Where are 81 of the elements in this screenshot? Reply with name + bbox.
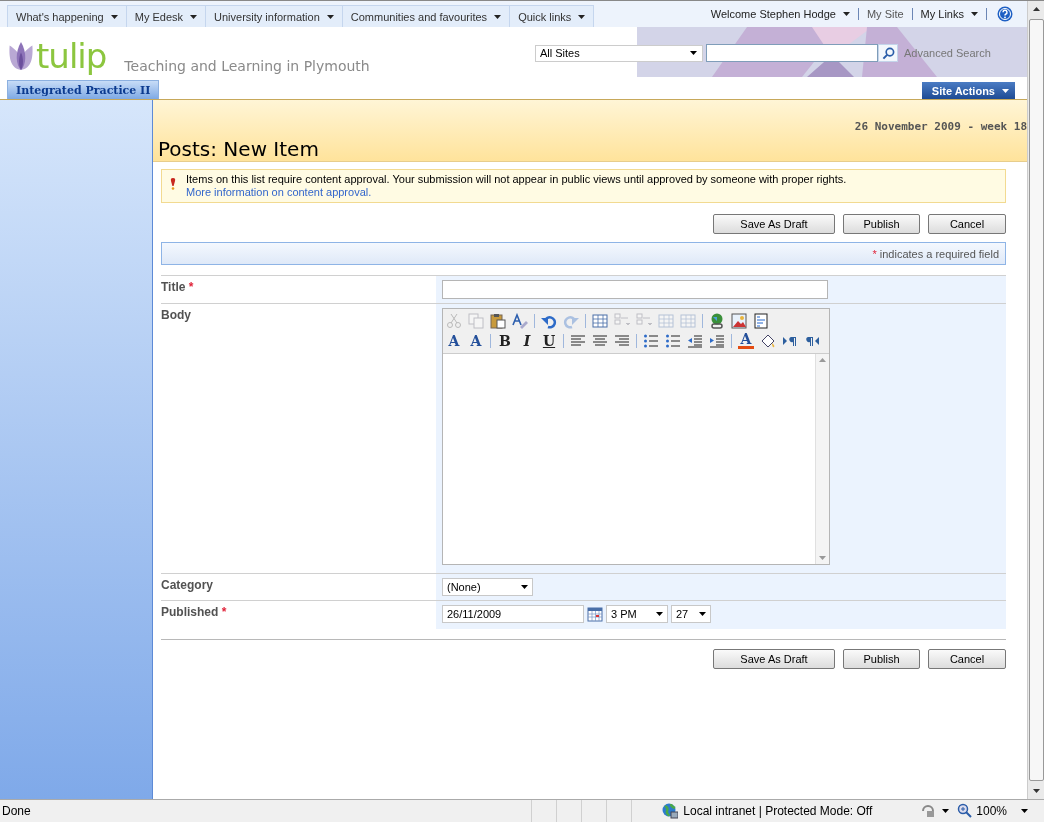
- nav-menu-tab[interactable]: Quick links: [509, 5, 595, 27]
- search-icon: [881, 46, 895, 60]
- user-link[interactable]: Welcome Stephen Hodge: [710, 8, 850, 20]
- alert-icon: [170, 178, 176, 190]
- text-color-button[interactable]: A: [738, 333, 754, 349]
- scroll-down-icon[interactable]: [1032, 789, 1040, 793]
- content-approval-link[interactable]: More information on content approval.: [186, 186, 372, 198]
- search-scope-dropdown[interactable]: All Sites: [535, 44, 703, 62]
- lock-icon[interactable]: [920, 803, 937, 819]
- form-button[interactable]: Cancel: [928, 649, 1006, 669]
- field-label: Category: [161, 578, 213, 592]
- align-left-icon[interactable]: [570, 333, 586, 349]
- zoom-icon[interactable]: [957, 803, 974, 819]
- category-dropdown[interactable]: (None): [442, 578, 533, 596]
- status-text: Done: [2, 804, 32, 818]
- notice-text: Items on this list require content approval. Your submission will not appear in public views until approved by someone with proper rights. More information on content approval.: [186, 173, 848, 199]
- caret-icon[interactable]: [942, 809, 950, 813]
- table-icon[interactable]: [592, 313, 608, 329]
- search-button[interactable]: [878, 44, 898, 62]
- required-note: * indicates a required field: [872, 247, 999, 260]
- user-link[interactable]: My Site: [866, 8, 904, 20]
- caret-icon: [521, 585, 528, 589]
- date-text: 26 November 2009 - week 18: [854, 120, 1027, 133]
- user-link[interactable]: My Links: [920, 8, 978, 20]
- page-scrollbar[interactable]: [1027, 1, 1044, 799]
- page-title: Posts: New Item: [158, 137, 320, 161]
- image-icon[interactable]: [731, 313, 747, 329]
- caret-icon: [110, 14, 118, 19]
- date-field[interactable]: 26/11/2009: [442, 605, 584, 623]
- fill-color-icon[interactable]: [760, 333, 776, 349]
- font-size-button[interactable]: A: [468, 333, 484, 349]
- paste-icon[interactable]: [490, 313, 506, 329]
- site-tagline: Teaching and Learning in Plymouth: [124, 58, 370, 74]
- spelling-icon[interactable]: [512, 313, 528, 329]
- logo-text: tulip: [36, 39, 107, 73]
- hour-dropdown[interactable]: 3 PM: [606, 605, 668, 623]
- align-right-icon[interactable]: [614, 333, 630, 349]
- undo-icon[interactable]: [541, 313, 557, 329]
- zoom-level[interactable]: 100%: [976, 804, 1007, 818]
- caret-icon: [656, 612, 663, 616]
- caret-icon[interactable]: [1021, 809, 1028, 813]
- nav-menu-tab[interactable]: Communities and favourites: [341, 5, 511, 27]
- caret-icon: [190, 14, 197, 19]
- bold-button[interactable]: B: [497, 333, 513, 349]
- form-button[interactable]: Save As Draft: [713, 649, 835, 669]
- indent-icon[interactable]: [709, 333, 725, 349]
- site-actions-button[interactable]: Site Actions: [921, 82, 1015, 99]
- outdent-icon[interactable]: [687, 333, 703, 349]
- search-field[interactable]: [706, 44, 878, 62]
- caret-icon: [326, 14, 334, 19]
- site-tab[interactable]: Integrated Practice II: [7, 80, 160, 99]
- form-button[interactable]: Publish: [843, 214, 920, 234]
- security-zone-text: Local intranet | Protected Mode: Off: [683, 804, 873, 818]
- scroll-up-icon[interactable]: [1032, 7, 1040, 11]
- caret-icon: [699, 612, 706, 616]
- caret-icon: [494, 14, 502, 19]
- font-button[interactable]: A: [446, 333, 462, 349]
- calendar-icon[interactable]: [587, 606, 603, 622]
- title-input[interactable]: [442, 280, 828, 299]
- help-icon[interactable]: [997, 6, 1013, 22]
- underline-button[interactable]: U: [541, 333, 557, 349]
- caret-icon: [690, 51, 697, 55]
- nav-menu-tab[interactable]: University information: [205, 5, 343, 27]
- form-button[interactable]: Publish: [843, 649, 920, 669]
- nav-menu-tab[interactable]: My Edesk: [125, 5, 206, 27]
- caret-icon: [971, 12, 978, 16]
- form-button[interactable]: Save As Draft: [713, 214, 835, 234]
- globe-icon: [662, 803, 679, 819]
- bullet-list-icon[interactable]: [665, 333, 681, 349]
- caret-icon: [578, 14, 586, 19]
- form-button[interactable]: Cancel: [928, 214, 1006, 234]
- align-center-icon[interactable]: [592, 333, 608, 349]
- field-label: Published *: [161, 605, 227, 619]
- nav-menu-tab[interactable]: What's happening: [7, 5, 127, 27]
- minute-dropdown[interactable]: 27: [671, 605, 711, 623]
- caret-icon: [842, 12, 850, 16]
- italic-button[interactable]: I: [519, 333, 535, 349]
- caret-icon: [1002, 88, 1009, 93]
- field-label: Body: [161, 308, 191, 322]
- hyperlink-icon[interactable]: [709, 313, 725, 329]
- field-label: Title *: [161, 280, 194, 294]
